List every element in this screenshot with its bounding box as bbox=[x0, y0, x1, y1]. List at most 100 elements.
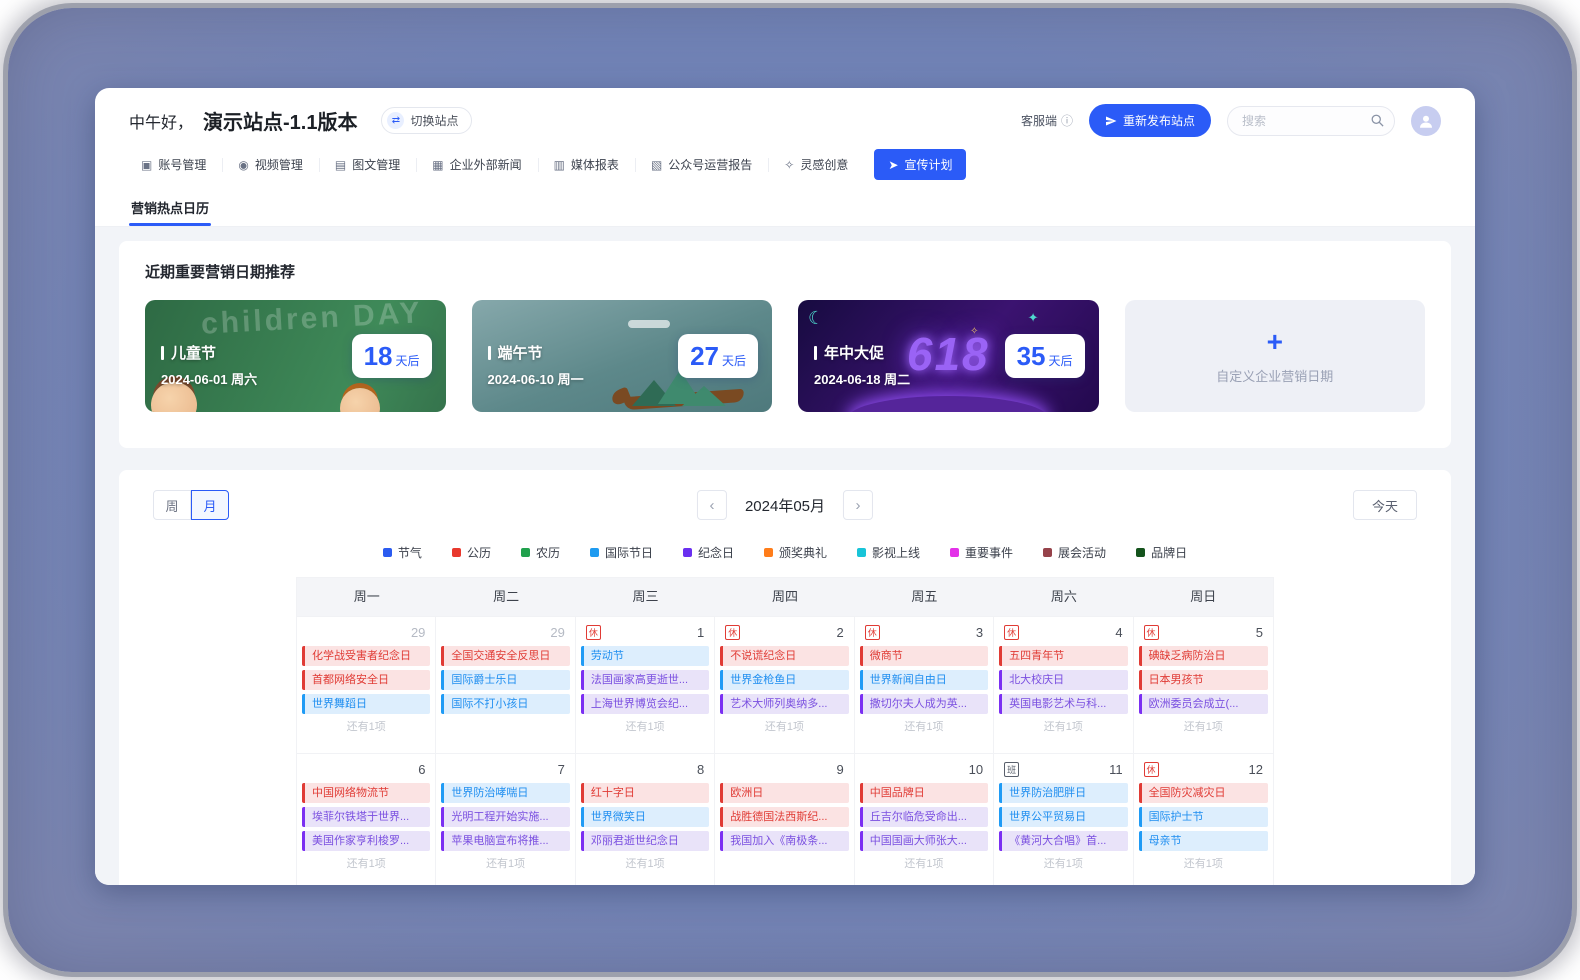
calendar-day-cell[interactable]: 6中国网络物流节埃菲尔铁塔于世界...美国作家亨利梭罗...还有1项 bbox=[297, 753, 436, 885]
calendar-event[interactable]: 邓丽君逝世纪念日 bbox=[581, 831, 709, 851]
calendar-event[interactable]: 日本男孩节 bbox=[1139, 670, 1268, 690]
calendar-event[interactable]: 微商节 bbox=[860, 646, 988, 666]
legend-color-swatch bbox=[521, 548, 530, 557]
promo-card-dragonboat[interactable]: 端午节2024-06-10 周一27天后 bbox=[472, 300, 773, 412]
more-events-link[interactable]: 还有1项 bbox=[576, 855, 714, 869]
promo-card-children[interactable]: children DAY儿童节2024-06-01 周六18天后 bbox=[145, 300, 446, 412]
calendar-event[interactable]: 埃菲尔铁塔于世界... bbox=[302, 807, 430, 827]
calendar-event[interactable]: 全国交通安全反思日 bbox=[441, 646, 569, 666]
nav-item-article[interactable]: ▤图文管理 bbox=[319, 149, 416, 180]
calendar-event[interactable]: 国际护士节 bbox=[1139, 807, 1268, 827]
calendar-event[interactable]: 法国画家高更逝世... bbox=[581, 670, 709, 690]
switch-site-button[interactable]: ⇄ 切换站点 bbox=[381, 107, 471, 134]
view-toggle: 周 月 bbox=[153, 490, 229, 520]
calendar-event[interactable]: 中国网络物流节 bbox=[302, 783, 430, 803]
publish-site-button[interactable]: 重新发布站点 bbox=[1089, 104, 1211, 137]
calendar-event[interactable]: 世界金枪鱼日 bbox=[720, 670, 848, 690]
calendar-event[interactable]: 世界新闻自由日 bbox=[860, 670, 988, 690]
calendar-day-cell[interactable]: 休1劳动节法国画家高更逝世...上海世界博览会纪...还有1项 bbox=[576, 616, 715, 753]
calendar-day-cell[interactable]: 休3微商节世界新闻自由日撒切尔夫人成为英...还有1项 bbox=[855, 616, 994, 753]
nav-item-enterprise-news[interactable]: ▦企业外部新闻 bbox=[416, 149, 537, 180]
more-events-link[interactable]: 还有1项 bbox=[1134, 718, 1273, 732]
more-events-link[interactable]: 还有1项 bbox=[994, 718, 1132, 732]
calendar-event[interactable]: 艺术大师列奥纳多... bbox=[720, 694, 848, 714]
user-avatar[interactable] bbox=[1411, 106, 1441, 136]
legend-color-swatch bbox=[683, 548, 692, 557]
calendar-event[interactable]: 世界舞蹈日 bbox=[302, 694, 430, 714]
nav-item-media-report[interactable]: ▥媒体报表 bbox=[538, 149, 635, 180]
more-events-link[interactable]: 还有1项 bbox=[297, 855, 435, 869]
calendar-event[interactable]: 我国加入《南极条... bbox=[720, 831, 848, 851]
date-row: 休4 bbox=[994, 617, 1132, 646]
more-events-link[interactable]: 还有1项 bbox=[297, 718, 435, 732]
calendar-event[interactable]: 北大校庆日 bbox=[999, 670, 1127, 690]
days-remaining-badge: 35天后 bbox=[1005, 334, 1085, 378]
calendar-event[interactable]: 欧洲委员会成立(... bbox=[1139, 694, 1268, 714]
view-month-button[interactable]: 月 bbox=[191, 490, 229, 520]
calendar-event[interactable]: 五四青年节 bbox=[999, 646, 1127, 666]
calendar-event[interactable]: 不说谎纪念日 bbox=[720, 646, 848, 666]
more-events-link[interactable]: 还有1项 bbox=[855, 855, 993, 869]
calendar-day-cell[interactable]: 29全国交通安全反思日国际爵士乐日国际不打小孩日 bbox=[436, 616, 575, 753]
calendar-event[interactable]: 化学战受害者纪念日 bbox=[302, 646, 430, 666]
calendar-event[interactable]: 光明工程开始实施... bbox=[441, 807, 569, 827]
nav-item-account[interactable]: ▣账号管理 bbox=[125, 149, 222, 180]
nav-item-official-report[interactable]: ▧公众号运营报告 bbox=[635, 149, 768, 180]
app-window: 中午好， 演示站点-1.1版本 ⇄ 切换站点 客服端 ⓘ 重新发布站点 bbox=[95, 88, 1475, 885]
calendar-event[interactable]: 中国品牌日 bbox=[860, 783, 988, 803]
view-week-button[interactable]: 周 bbox=[153, 490, 191, 520]
calendar-event[interactable]: 红十字日 bbox=[581, 783, 709, 803]
calendar-event[interactable]: 丘吉尔临危受命出... bbox=[860, 807, 988, 827]
calendar-day-cell[interactable]: 29化学战受害者纪念日首都网络安全日世界舞蹈日还有1项 bbox=[297, 616, 436, 753]
calendar-day-cell[interactable]: 班11世界防治肥胖日世界公平贸易日《黄河大合唱》首...还有1项 bbox=[994, 753, 1133, 885]
calendar-event[interactable]: 首都网络安全日 bbox=[302, 670, 430, 690]
today-button[interactable]: 今天 bbox=[1353, 490, 1417, 520]
more-events-link[interactable]: 还有1项 bbox=[994, 855, 1132, 869]
calendar-event[interactable]: 上海世界博览会纪... bbox=[581, 694, 709, 714]
calendar-event[interactable]: 撒切尔夫人成为英... bbox=[860, 694, 988, 714]
prev-month-button[interactable]: ‹ bbox=[697, 490, 727, 520]
calendar-event[interactable]: 战胜德国法西斯纪... bbox=[720, 807, 848, 827]
calendar-event[interactable]: 国际爵士乐日 bbox=[441, 670, 569, 690]
more-events-link[interactable]: 还有1项 bbox=[576, 718, 714, 732]
calendar-event[interactable]: 劳动节 bbox=[581, 646, 709, 666]
calendar-grid: 周一周二周三周四周五周六周日29化学战受害者纪念日首都网络安全日世界舞蹈日还有1… bbox=[296, 577, 1274, 885]
calendar-day-cell[interactable]: 休4五四青年节北大校庆日英国电影艺术与科... 还有1项 bbox=[994, 616, 1133, 753]
calendar-event[interactable]: 全国防灾减灾日 bbox=[1139, 783, 1268, 803]
calendar-day-cell[interactable]: 8红十字日世界微笑日邓丽君逝世纪念日还有1项 bbox=[576, 753, 715, 885]
promo-card-midyear[interactable]: ☾✦✧618年中大促2024-06-18 周二35天后 bbox=[798, 300, 1099, 412]
next-month-button[interactable]: › bbox=[843, 490, 873, 520]
calendar-event[interactable]: 世界微笑日 bbox=[581, 807, 709, 827]
more-events-link[interactable]: 还有1项 bbox=[436, 855, 574, 869]
calendar-event[interactable]: 中国国画大师张大... bbox=[860, 831, 988, 851]
search-icon[interactable] bbox=[1370, 113, 1385, 128]
nav-item-video[interactable]: ◉视频管理 bbox=[222, 149, 319, 180]
calendar-day-cell[interactable]: 9欧洲日战胜德国法西斯纪...我国加入《南极条... bbox=[715, 753, 854, 885]
more-events-link[interactable]: 还有1项 bbox=[1134, 855, 1273, 869]
calendar-event[interactable]: 欧洲日 bbox=[720, 783, 848, 803]
calendar-day-cell[interactable]: 休2不说谎纪念日世界金枪鱼日艺术大师列奥纳多...还有1项 bbox=[715, 616, 854, 753]
service-link[interactable]: 客服端 ⓘ bbox=[1021, 112, 1073, 129]
calendar-event[interactable]: 国际不打小孩日 bbox=[441, 694, 569, 714]
calendar-day-cell[interactable]: 7世界防治哮喘日光明工程开始实施...苹果电脑宣布将推...还有1项 bbox=[436, 753, 575, 885]
more-events-link[interactable]: 还有1项 bbox=[715, 718, 853, 732]
calendar-event[interactable]: 英国电影艺术与科... bbox=[999, 694, 1127, 714]
calendar-event[interactable]: 碘缺乏病防治日 bbox=[1139, 646, 1268, 666]
calendar-day-cell[interactable]: 10中国品牌日丘吉尔临危受命出...中国国画大师张大...还有1项 bbox=[855, 753, 994, 885]
calendar-event[interactable]: 美国作家亨利梭罗... bbox=[302, 831, 430, 851]
nav-item-idea[interactable]: ✧灵感创意 bbox=[768, 149, 864, 180]
calendar-day-cell[interactable]: 休12全国防灾减灾日国际护士节母亲节还有1项 bbox=[1134, 753, 1273, 885]
tab-marketing-calendar[interactable]: 营销热点日历 bbox=[129, 190, 211, 226]
calendar-event[interactable]: 世界公平贸易日 bbox=[999, 807, 1127, 827]
more-events-link[interactable]: 还有1项 bbox=[855, 718, 993, 732]
nav-item-campaign[interactable]: ➤宣传计划 bbox=[874, 149, 966, 180]
calendar-event[interactable]: 苹果电脑宣布将推... bbox=[441, 831, 569, 851]
calendar-event[interactable]: 世界防治哮喘日 bbox=[441, 783, 569, 803]
add-custom-date-card[interactable]: +自定义企业营销日期 bbox=[1125, 300, 1426, 412]
calendar-event[interactable]: 世界防治肥胖日 bbox=[999, 783, 1127, 803]
legend-label: 重要事件 bbox=[965, 544, 1013, 561]
calendar-day-cell[interactable]: 休5碘缺乏病防治日日本男孩节欧洲委员会成立(...还有1项 bbox=[1134, 616, 1273, 753]
calendar-event[interactable]: 母亲节 bbox=[1139, 831, 1268, 851]
calendar-event[interactable]: 《黄河大合唱》首... bbox=[999, 831, 1127, 851]
info-icon: ⓘ bbox=[1061, 112, 1073, 129]
